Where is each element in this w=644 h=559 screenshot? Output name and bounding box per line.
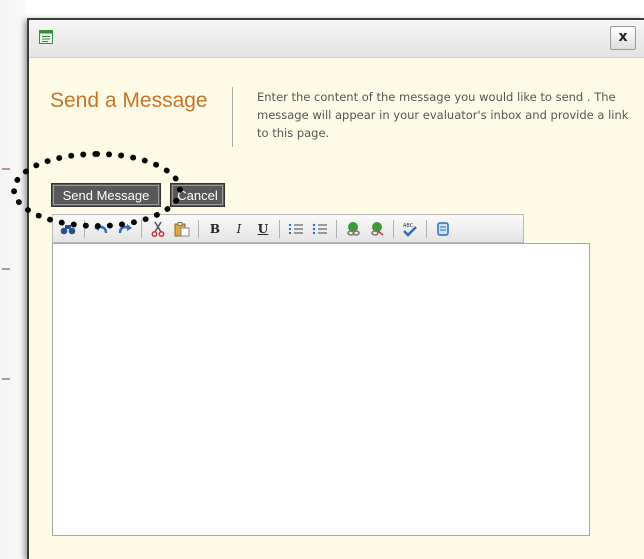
- bold-icon[interactable]: B: [206, 220, 224, 238]
- cut-icon[interactable]: [149, 220, 167, 238]
- find-icon[interactable]: [59, 220, 77, 238]
- toolbar-separator: [279, 219, 280, 238]
- send-message-button[interactable]: Send Message: [51, 183, 161, 207]
- redo-icon[interactable]: [116, 220, 134, 238]
- toolbar-separator: [198, 219, 199, 238]
- undo-icon[interactable]: [92, 220, 110, 238]
- dialog-description: Enter the content of the message you wou…: [257, 90, 629, 140]
- close-button[interactable]: x: [610, 26, 636, 50]
- italic-icon[interactable]: I: [230, 220, 248, 238]
- underline-icon[interactable]: U: [254, 220, 272, 238]
- bulleted-list-icon[interactable]: [311, 220, 329, 238]
- spellcheck-icon[interactable]: ABC: [401, 220, 419, 238]
- heading-divider: [232, 87, 233, 147]
- numbered-list-icon[interactable]: [287, 220, 305, 238]
- window-icon: [39, 30, 53, 44]
- html-source-icon[interactable]: [434, 220, 452, 238]
- toolbar-separator: [84, 219, 85, 238]
- background-mark: [2, 378, 10, 380]
- remove-link-icon[interactable]: [368, 220, 386, 238]
- background-mark: [2, 268, 10, 270]
- svg-text:ABC: ABC: [403, 223, 414, 229]
- toolbar-separator: [426, 219, 427, 238]
- toolbar-separator: [336, 219, 337, 238]
- cancel-button[interactable]: Cancel: [170, 183, 225, 207]
- background-mark: [2, 168, 10, 170]
- send-message-dialog: x Send a Message Enter the content of th…: [27, 18, 644, 559]
- dialog-titlebar: x: [29, 20, 644, 58]
- editor-toolbar: B I U ABC: [52, 214, 524, 243]
- insert-link-icon[interactable]: [344, 220, 362, 238]
- paste-icon[interactable]: [173, 220, 191, 238]
- toolbar-separator: [141, 219, 142, 238]
- message-editor[interactable]: [52, 243, 590, 536]
- background-page-edge: [0, 0, 26, 559]
- dialog-heading: Send a Message: [50, 89, 208, 112]
- toolbar-separator: [393, 219, 394, 238]
